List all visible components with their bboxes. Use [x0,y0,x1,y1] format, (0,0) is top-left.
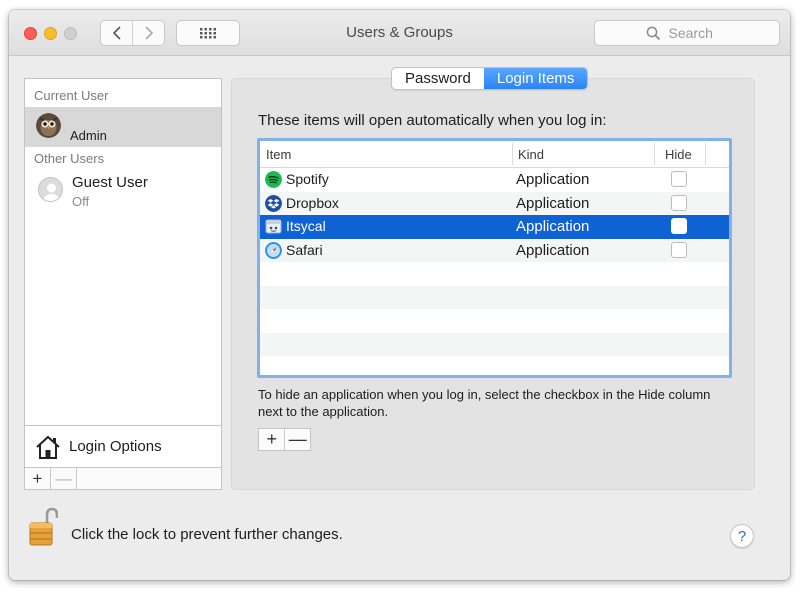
user-name-guest: Guest User [72,174,148,191]
empty-row [260,262,729,286]
app-name: Spotify [286,171,329,187]
app-name: Safari [286,241,323,258]
table-row-itsycal[interactable]: Itsycal Application [260,215,729,239]
search-field[interactable] [594,20,780,46]
login-items-toolbar: + — [258,428,311,451]
remove-user-button[interactable]: — [51,468,77,489]
empty-row [260,309,729,333]
login-items-intro: These items will open automatically when… [258,112,607,129]
table-row-spotify[interactable]: Spotify Application [260,168,729,192]
table-row-safari[interactable]: Safari Application [260,238,729,262]
column-header-hide[interactable]: Hide [665,147,692,162]
login-options-item[interactable]: Login Options [25,425,221,467]
current-user-heading: Current User [34,88,109,103]
add-login-item-button[interactable]: + [259,429,284,450]
owl-avatar-icon [36,113,61,138]
login-items-table: Item Kind Hide Spotify Application Dropb… [257,138,732,378]
other-users-heading: Other Users [34,151,105,166]
hide-checkbox[interactable] [671,241,687,258]
user-list-toolbar: + — [24,468,222,490]
person-avatar-icon [38,177,63,202]
lock-message: Click the lock to prevent further change… [71,526,343,543]
column-header-kind[interactable]: Kind [518,147,544,162]
itsycal-icon [265,219,282,234]
house-icon [36,435,60,459]
empty-row [260,332,729,356]
search-input[interactable] [666,24,729,42]
tab-password[interactable]: Password [392,68,484,89]
app-kind: Application [516,171,590,188]
add-user-button[interactable]: + [25,468,51,489]
app-kind: Application [516,218,590,235]
titlebar: Users & Groups [9,10,790,56]
login-options-label: Login Options [69,438,162,455]
safari-icon [265,241,282,259]
user-row-guest[interactable]: Guest User Off [25,171,221,215]
dropbox-icon [265,194,282,212]
tab-login-items[interactable]: Login Items [483,68,588,89]
login-items-help-text: To hide an application when you log in, … [258,387,711,419]
help-button[interactable]: ? [730,524,754,548]
spotify-icon [265,171,282,188]
search-icon [646,26,660,40]
empty-row [260,356,729,375]
table-row-dropbox[interactable]: Dropbox Application [260,191,729,215]
tab-bar: Password Login Items [391,67,589,90]
remove-login-item-button[interactable]: — [284,429,310,450]
hide-checkbox[interactable] [671,194,687,211]
user-status-guest: Off [72,194,90,209]
user-row-admin[interactable]: Admin [25,107,221,147]
app-name: Itsycal [286,218,326,234]
app-kind: Application [516,194,590,212]
unlocked-padlock-icon[interactable] [28,507,58,547]
app-name: Dropbox [286,194,339,211]
user-list: Current User Admin Other Users Guest Use… [24,78,222,468]
hide-checkbox[interactable] [671,218,687,234]
empty-row [260,285,729,309]
column-header-item[interactable]: Item [266,147,291,162]
hide-checkbox[interactable] [671,171,687,187]
app-kind: Application [516,241,590,259]
user-name-admin: Admin [70,128,107,143]
table-header: Item Kind Hide [260,141,729,168]
